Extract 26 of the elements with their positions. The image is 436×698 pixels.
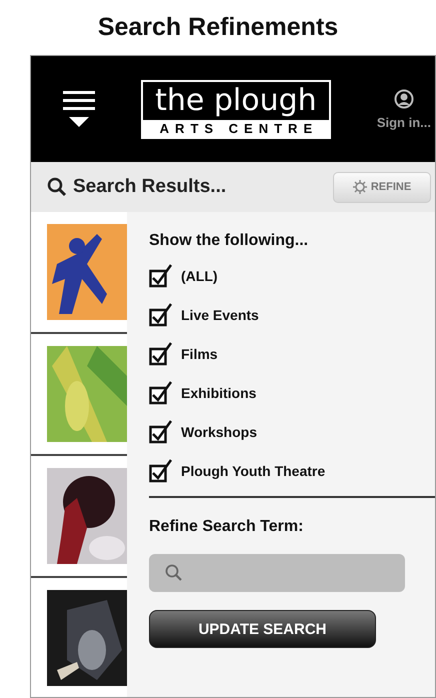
checkbox[interactable] <box>149 380 173 404</box>
filter-label[interactable]: Live Events <box>181 306 259 322</box>
update-search-button[interactable]: UPDATE SEARCH <box>149 610 376 648</box>
search-icon <box>165 564 183 582</box>
page-title: Search Refinements <box>96 12 340 43</box>
checkbox[interactable] <box>149 342 173 366</box>
filter-label[interactable]: Plough Youth Theatre <box>181 462 326 478</box>
checkbox[interactable] <box>149 420 173 444</box>
search-field[interactable] <box>149 554 405 592</box>
term-label: Refine Search Term: <box>149 518 304 536</box>
filter-label[interactable]: Films <box>181 346 218 362</box>
search-results-title: Search Results... <box>73 176 226 198</box>
filter-label[interactable]: Workshops <box>181 424 257 440</box>
user-icon[interactable] <box>394 88 414 108</box>
filter-label[interactable]: (ALL) <box>181 268 218 284</box>
checkbox[interactable] <box>149 302 173 326</box>
search-icon <box>47 177 67 197</box>
filter-label[interactable]: Exhibitions <box>181 384 256 400</box>
refine-button[interactable]: REFINE <box>333 172 431 202</box>
checkbox[interactable] <box>149 458 173 482</box>
logo[interactable]: the plough ARTS CENTRE <box>140 80 331 138</box>
sign-in-link[interactable]: Sign in... <box>376 114 431 130</box>
menu-icon[interactable] <box>63 89 95 129</box>
gear-icon <box>352 180 367 194</box>
checkbox[interactable] <box>149 264 173 288</box>
panel-heading: Show the following... <box>149 232 310 250</box>
